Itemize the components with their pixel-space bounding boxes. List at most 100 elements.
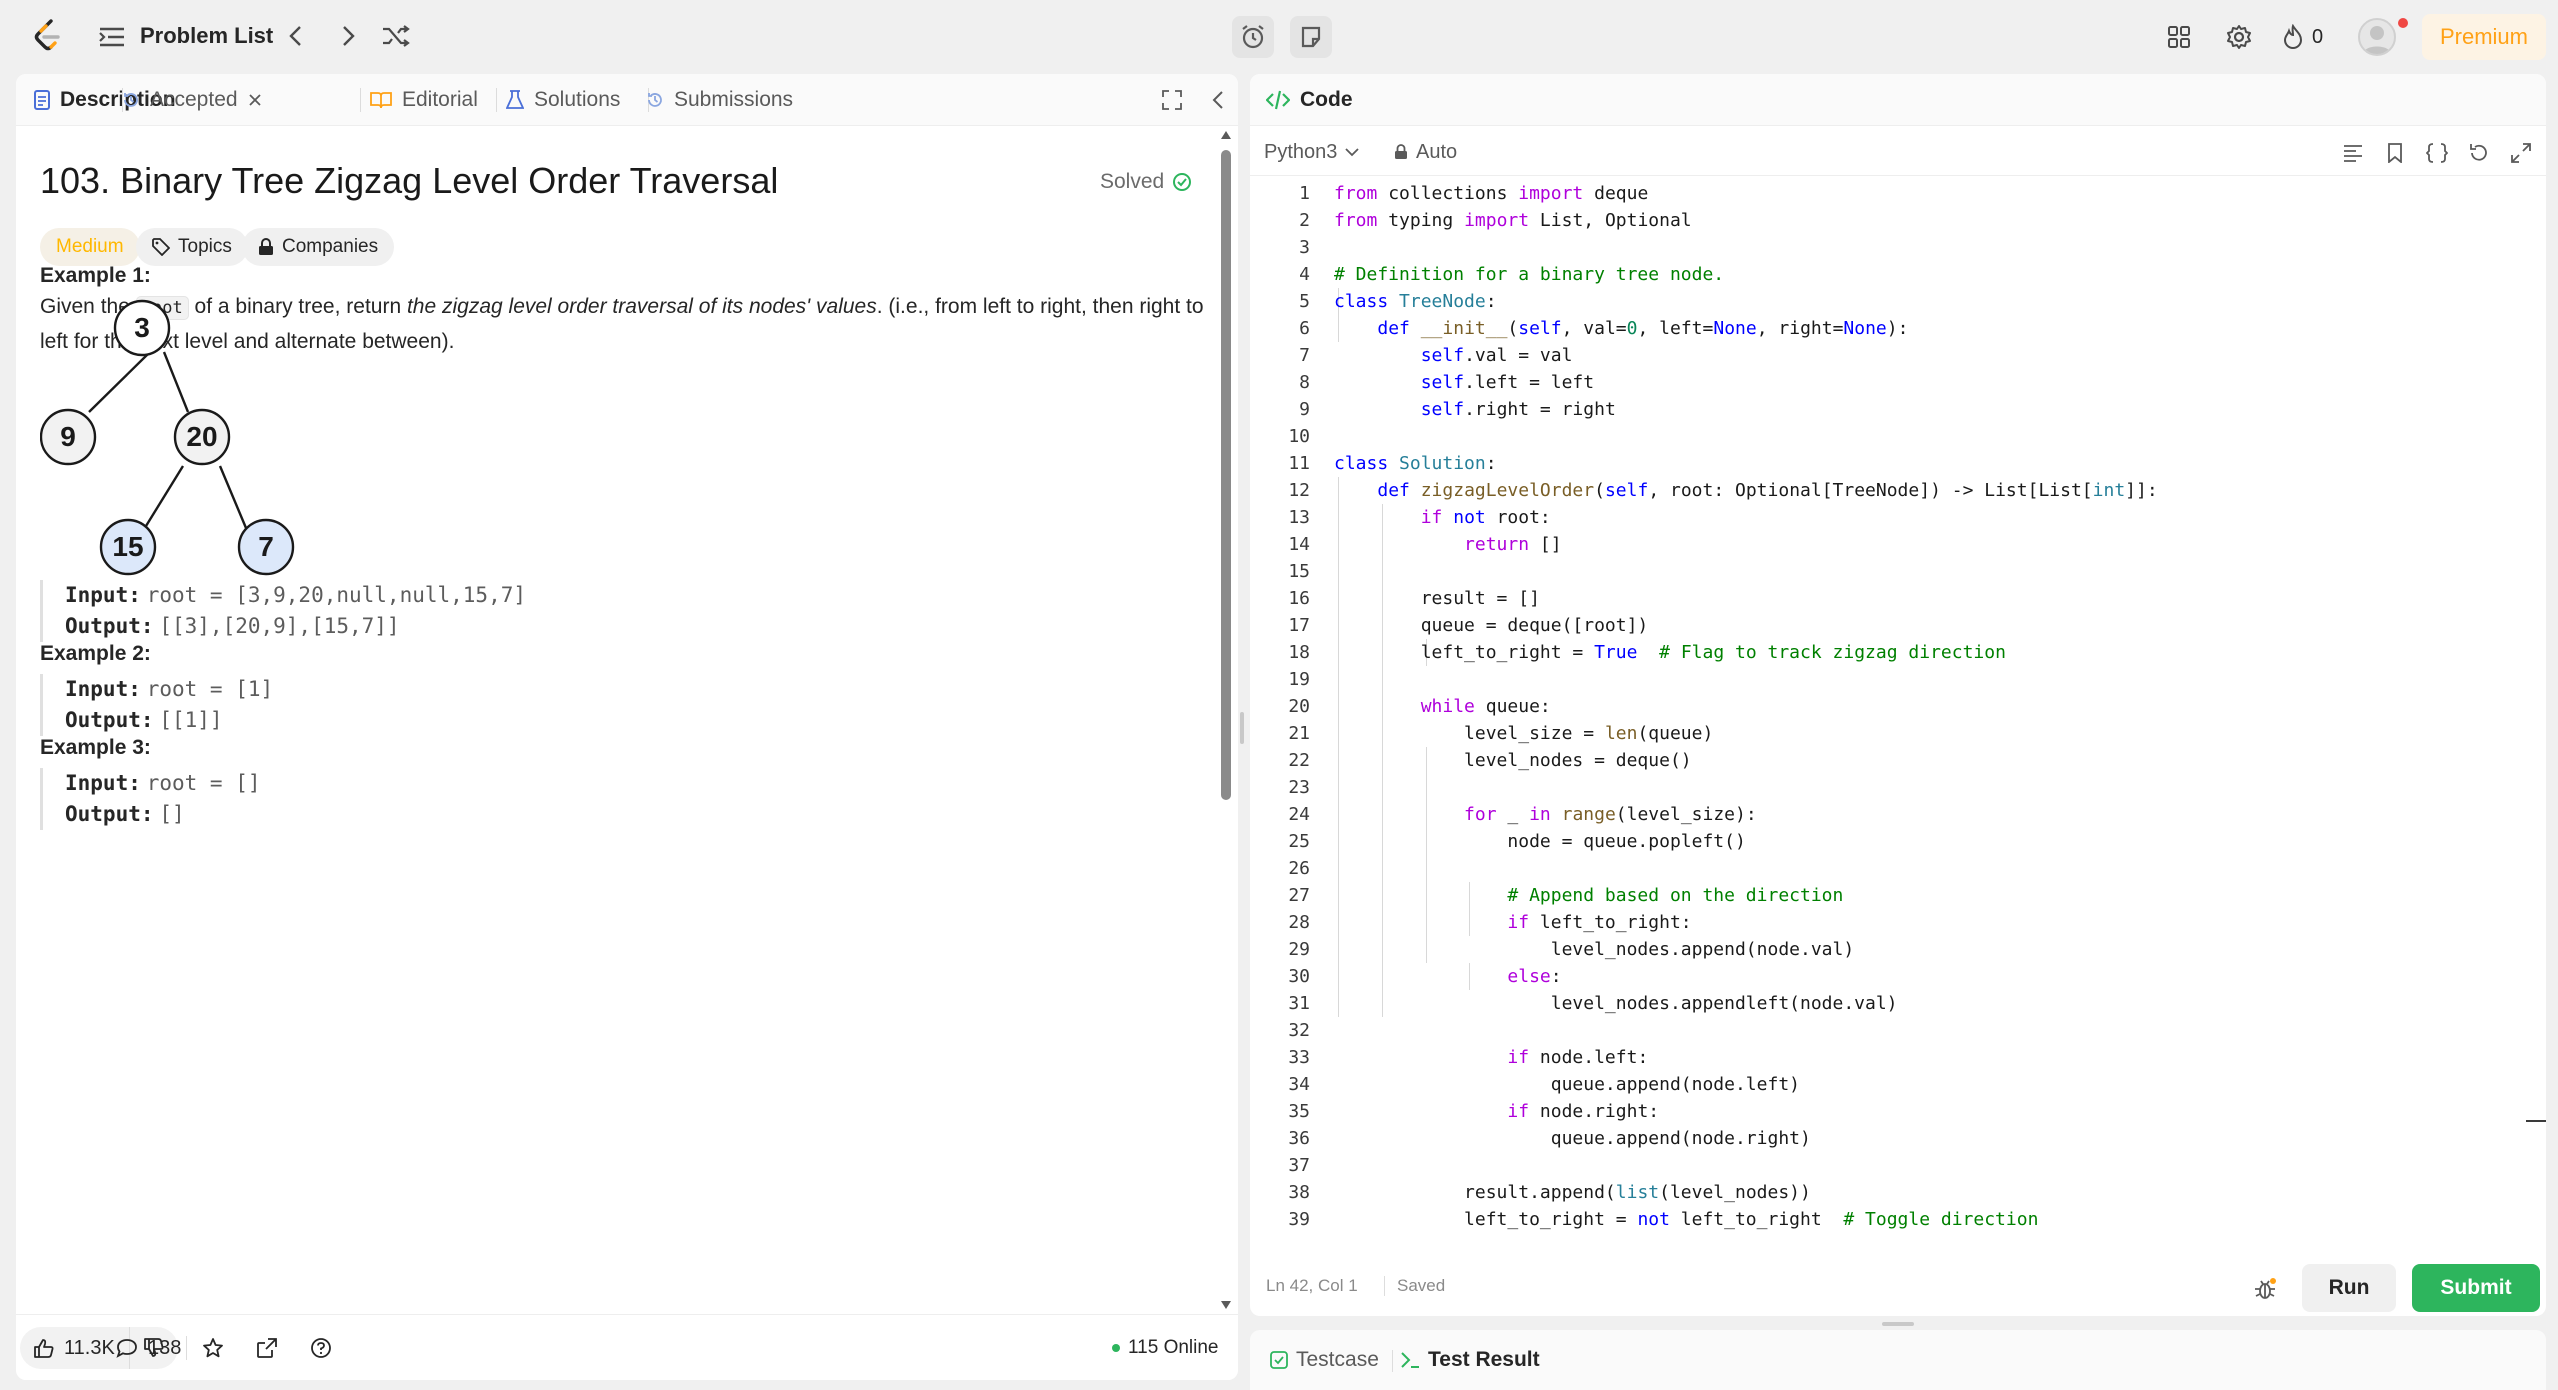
tab-accepted[interactable]: Accepted [122, 74, 262, 126]
example-2-title: Example 2: [40, 642, 151, 665]
example-3-title: Example 3: [40, 736, 151, 759]
horizontal-resize-handle[interactable] [1882, 1322, 1914, 1326]
layout-icon[interactable] [2162, 20, 2196, 54]
example-1-block: Input: root = [3,9,20,null,null,15,7] Ou… [40, 580, 1190, 642]
streak-counter[interactable]: 0 [2282, 20, 2323, 54]
history-icon [648, 93, 662, 107]
topics-tag[interactable]: Topics [136, 228, 248, 266]
line-number: 25 [1288, 831, 1310, 852]
online-dot [1112, 1344, 1120, 1352]
line-number: 35 [1288, 1101, 1310, 1122]
premium-button[interactable]: Premium [2422, 14, 2546, 60]
check-circle-icon [1173, 173, 1192, 191]
line-number: 34 [1288, 1074, 1310, 1095]
tab-divider [1392, 1350, 1393, 1372]
maximize-icon[interactable] [1160, 88, 1184, 112]
run-button[interactable]: Run [2302, 1264, 2396, 1312]
tab-submissions-label: Submissions [674, 88, 794, 111]
tree-node-label: 15 [112, 531, 143, 562]
star-icon[interactable] [202, 1327, 224, 1369]
companies-label: Companies [282, 236, 379, 257]
auto-mode-label: Auto [1416, 140, 1458, 163]
tab-submissions[interactable]: Submissions [646, 74, 793, 126]
format-icon[interactable] [2338, 138, 2368, 168]
notes-icon[interactable] [1290, 16, 1332, 58]
code-toolbar: Python3 Auto [1250, 126, 2546, 176]
tab-editorial-label: Editorial [402, 88, 478, 111]
tab-test-result-label: Test Result [1428, 1348, 1540, 1371]
vertical-resize-handle[interactable] [1240, 712, 1244, 744]
tag-icon [152, 238, 170, 256]
output-label: Output: [65, 708, 154, 732]
thumbs-up-icon [34, 1339, 54, 1358]
code-line: # Definition for a binary tree node. [1334, 264, 1725, 285]
code-line: else: [1507, 966, 1562, 987]
companies-tag[interactable]: Companies [242, 228, 395, 266]
shuffle-icon[interactable] [378, 20, 414, 52]
tab-test-result[interactable]: Test Result [1400, 1342, 1540, 1378]
code-line: node = queue.popleft() [1334, 831, 1746, 852]
tree-node-label: 7 [258, 531, 274, 562]
line-number: 37 [1288, 1155, 1310, 1176]
language-select[interactable]: Python3 [1264, 136, 1360, 168]
next-problem-button[interactable] [332, 20, 364, 52]
line-number: 1 [1299, 183, 1310, 204]
prev-problem-button[interactable] [280, 20, 312, 52]
difficulty-badge: Medium [40, 228, 140, 266]
debug-icon[interactable] [2250, 1274, 2280, 1304]
output-value: [[3],[20,9],[15,7]] [159, 614, 400, 638]
collapse-panel-icon[interactable] [1206, 88, 1230, 112]
reset-icon[interactable] [2464, 138, 2494, 168]
line-number: 7 [1299, 345, 1310, 366]
flask-icon [506, 90, 524, 109]
line-number: 6 [1299, 318, 1310, 339]
code-line: level_nodes = deque() [1334, 750, 1692, 771]
tab-testcase[interactable]: Testcase [1270, 1342, 1379, 1378]
share-icon[interactable] [256, 1327, 278, 1369]
description-footer: 11.3K 138 115 Online [16, 1314, 1238, 1380]
code-line: result = [] [1334, 588, 1540, 609]
gear-icon[interactable] [2222, 20, 2256, 54]
book-icon [370, 92, 392, 109]
line-number: 32 [1288, 1020, 1310, 1041]
tree-edge [88, 351, 151, 413]
tab-divider [360, 88, 361, 112]
braces-icon[interactable] [2422, 138, 2452, 168]
scrollbar-thumb[interactable] [1221, 150, 1231, 800]
line-number: 15 [1288, 561, 1310, 582]
lock-icon [1395, 144, 1407, 159]
timer-icon[interactable] [1232, 16, 1274, 58]
topics-label: Topics [178, 236, 232, 257]
close-icon[interactable] [248, 93, 262, 107]
auto-mode[interactable]: Auto [1394, 136, 1457, 168]
like-button[interactable]: 11.3K [20, 1327, 129, 1369]
line-number: 20 [1288, 696, 1310, 717]
code-footer: Ln 42, Col 1 Saved Run Submit [1250, 1262, 2546, 1316]
line-number: 8 [1299, 372, 1310, 393]
avatar[interactable] [2358, 18, 2396, 56]
comment-count: 138 [148, 1336, 182, 1359]
tab-accepted-label: Accepted [150, 88, 238, 111]
line-number: 10 [1288, 426, 1310, 447]
list-icon[interactable] [98, 24, 126, 50]
input-value: root = [1] [146, 677, 274, 701]
line-number: 27 [1288, 885, 1310, 906]
problem-list-link[interactable]: Problem List [140, 18, 273, 54]
leetcode-logo-icon[interactable] [30, 18, 66, 54]
submit-button[interactable]: Submit [2412, 1264, 2540, 1312]
code-line: level_nodes.append(node.val) [1334, 939, 1855, 960]
bookmark-icon[interactable] [2380, 138, 2410, 168]
fullscreen-icon[interactable] [2506, 138, 2536, 168]
tab-solutions[interactable]: Solutions [506, 74, 620, 126]
code-line: level_nodes.appendleft(node.val) [1334, 993, 1898, 1014]
line-number: 3 [1299, 237, 1310, 258]
help-icon[interactable] [310, 1327, 332, 1369]
line-number: 18 [1288, 642, 1310, 663]
code-editor[interactable]: 1 from collections import deque 2 from t… [1250, 180, 2546, 1236]
tab-editorial[interactable]: Editorial [370, 74, 478, 126]
code-line: from collections import deque [1334, 183, 1649, 204]
comments-button[interactable]: 138 [116, 1327, 181, 1369]
solved-label: Solved [1100, 170, 1165, 193]
line-number: 29 [1288, 939, 1310, 960]
line-number: 22 [1288, 750, 1310, 771]
